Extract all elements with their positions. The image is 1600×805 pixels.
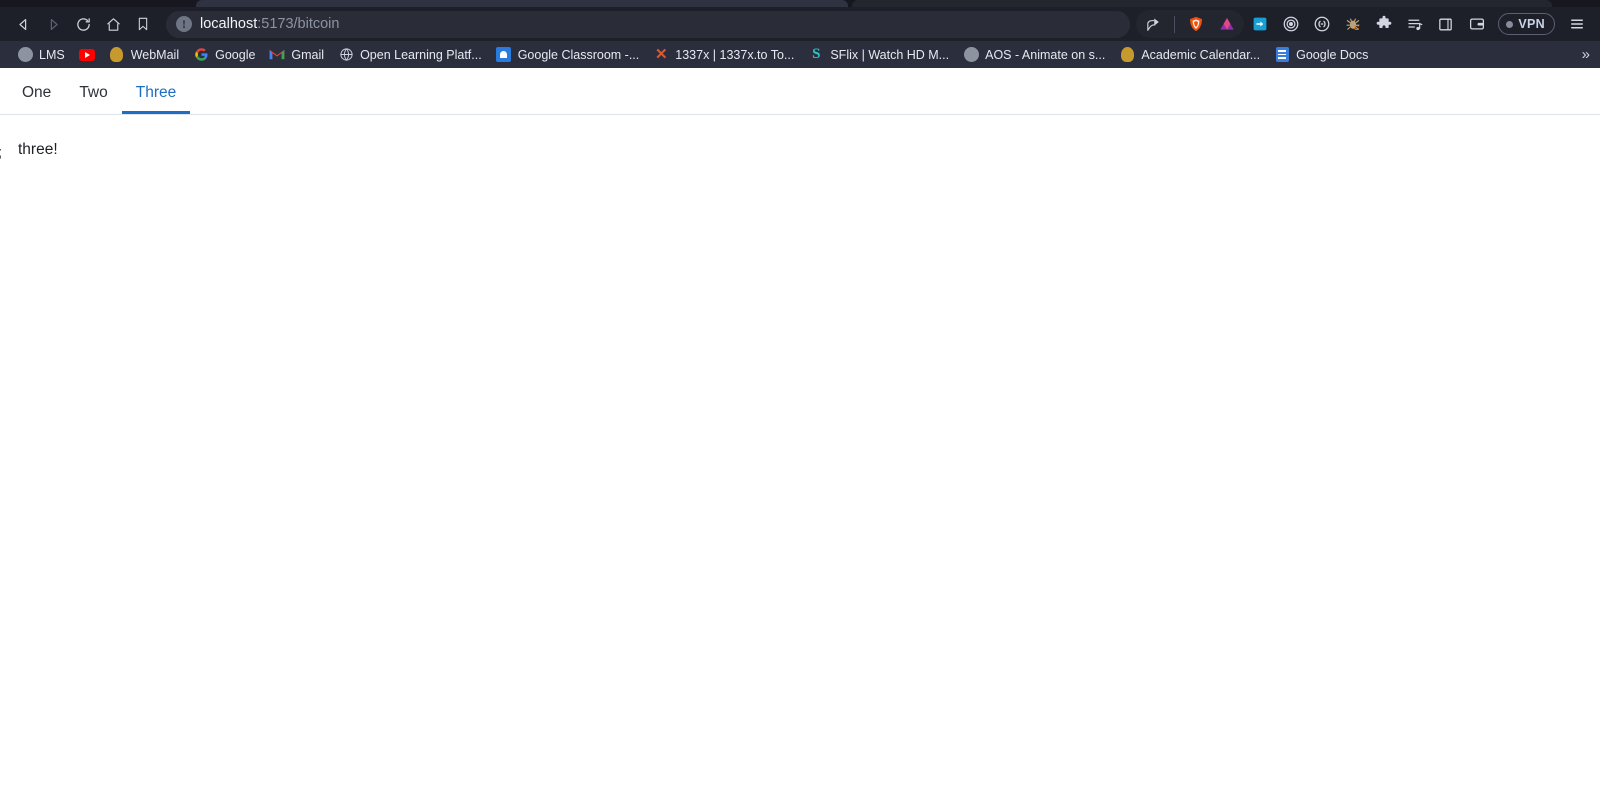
bookmark-webmail[interactable]: WebMail xyxy=(102,44,186,65)
bookmark-open-learning-platform[interactable]: Open Learning Platf... xyxy=(331,44,489,65)
google-icon xyxy=(193,47,209,63)
bookmark-google-docs[interactable]: Google Docs xyxy=(1267,44,1375,65)
triangle-icon[interactable] xyxy=(1211,10,1242,38)
tab-one[interactable]: One xyxy=(8,84,65,115)
bookmark-button[interactable] xyxy=(128,10,158,38)
vpn-button[interactable]: VPN xyxy=(1498,13,1555,35)
gmail-icon xyxy=(269,47,285,63)
bookmark-label: Google Classroom -... xyxy=(517,47,640,62)
bookmark-sflix[interactable]: S SFlix | Watch HD M... xyxy=(801,44,956,65)
bookmark-gmail[interactable]: Gmail xyxy=(262,44,331,65)
x-icon: ✕ xyxy=(654,46,668,63)
bookmark-label: Academic Calendar... xyxy=(1141,47,1261,62)
globe-outline-icon xyxy=(338,47,354,63)
sflix-icon: S xyxy=(812,46,821,62)
bookmark-label: Gmail xyxy=(291,47,325,62)
toolbar-actions: C VPN xyxy=(1136,10,1592,38)
emblem-icon xyxy=(109,47,125,63)
bookmark-google[interactable]: Google xyxy=(186,44,262,65)
bookmark-label: LMS xyxy=(39,47,65,62)
bug-icon[interactable]: C xyxy=(1337,10,1368,38)
wallet-icon[interactable] xyxy=(1461,10,1492,38)
bookmark-lms[interactable]: LMS xyxy=(10,44,72,65)
brackets-icon[interactable] xyxy=(1306,10,1337,38)
bookmark-label: Open Learning Platf... xyxy=(360,47,482,62)
bookmark-aos[interactable]: AOS - Animate on s... xyxy=(956,44,1112,65)
bookmark-youtube[interactable] xyxy=(72,44,102,65)
browser-tab-other[interactable] xyxy=(852,0,1552,7)
playlist-icon[interactable] xyxy=(1399,10,1430,38)
tab-panel: three! xyxy=(0,115,1600,159)
bookmark-label: WebMail xyxy=(130,47,180,62)
docs-icon xyxy=(1274,47,1290,63)
url-text: localhost:5173/bitcoin xyxy=(200,16,339,32)
share-icon[interactable] xyxy=(1138,10,1169,38)
vpn-status-dot xyxy=(1506,20,1514,28)
bookmark-label: Google xyxy=(215,47,256,62)
url-host: localhost xyxy=(200,16,258,32)
bookmark-academic-calendar[interactable]: Academic Calendar... xyxy=(1112,44,1267,65)
globe-icon xyxy=(17,47,33,63)
page-tab-list: One Two Three xyxy=(0,68,1600,115)
tab-strip xyxy=(0,0,1600,7)
forward-button[interactable] xyxy=(38,10,68,38)
brave-shield-icon[interactable] xyxy=(1180,10,1211,38)
extensions-puzzle-icon[interactable] xyxy=(1368,10,1399,38)
bookmark-label: 1337x | 1337x.to To... xyxy=(675,47,795,62)
bookmark-google-classroom[interactable]: Google Classroom -... xyxy=(489,44,647,65)
bookmarks-bar: LMS WebMail Google Gmail Open Learning P… xyxy=(0,41,1600,68)
toolbar-divider xyxy=(1174,15,1176,33)
globe-icon xyxy=(963,47,979,63)
toolbar-action-group xyxy=(1136,10,1245,38)
browser-window: ! localhost:5173/bitcoin C VPN LMS WebMa… xyxy=(0,0,1600,805)
sidebar-icon[interactable] xyxy=(1430,10,1461,38)
back-button[interactable] xyxy=(8,10,38,38)
import-icon[interactable] xyxy=(1244,10,1275,38)
stray-character: ; xyxy=(0,144,2,161)
svg-text:C: C xyxy=(1354,23,1360,32)
classroom-icon xyxy=(496,47,512,63)
browser-toolbar: ! localhost:5173/bitcoin C VPN xyxy=(0,7,1600,41)
browser-menu-icon[interactable] xyxy=(1561,10,1592,38)
page-viewport: One Two Three three! ; xyxy=(0,68,1600,805)
not-secure-icon[interactable]: ! xyxy=(176,16,192,32)
youtube-icon xyxy=(78,47,95,63)
bookmark-label: SFlix | Watch HD M... xyxy=(830,47,950,62)
home-button[interactable] xyxy=(98,10,128,38)
browser-tab-active[interactable] xyxy=(196,0,848,7)
emblem-icon xyxy=(1119,47,1135,63)
tab-three[interactable]: Three xyxy=(121,84,191,114)
reload-button[interactable] xyxy=(68,10,98,38)
vpn-label: VPN xyxy=(1518,17,1545,31)
bookmark-1337x[interactable]: ✕ 1337x | 1337x.to To... xyxy=(646,44,801,65)
tab-panel-text: three! xyxy=(18,141,58,158)
bookmark-label: AOS - Animate on s... xyxy=(985,47,1106,62)
target-icon[interactable] xyxy=(1275,10,1306,38)
url-path: :5173/bitcoin xyxy=(257,16,340,32)
address-bar[interactable]: ! localhost:5173/bitcoin xyxy=(166,10,1131,38)
tab-two[interactable]: Two xyxy=(65,84,121,115)
bookmarks-overflow-chevron[interactable]: » xyxy=(1582,46,1590,63)
bookmark-label: Google Docs xyxy=(1296,47,1369,62)
